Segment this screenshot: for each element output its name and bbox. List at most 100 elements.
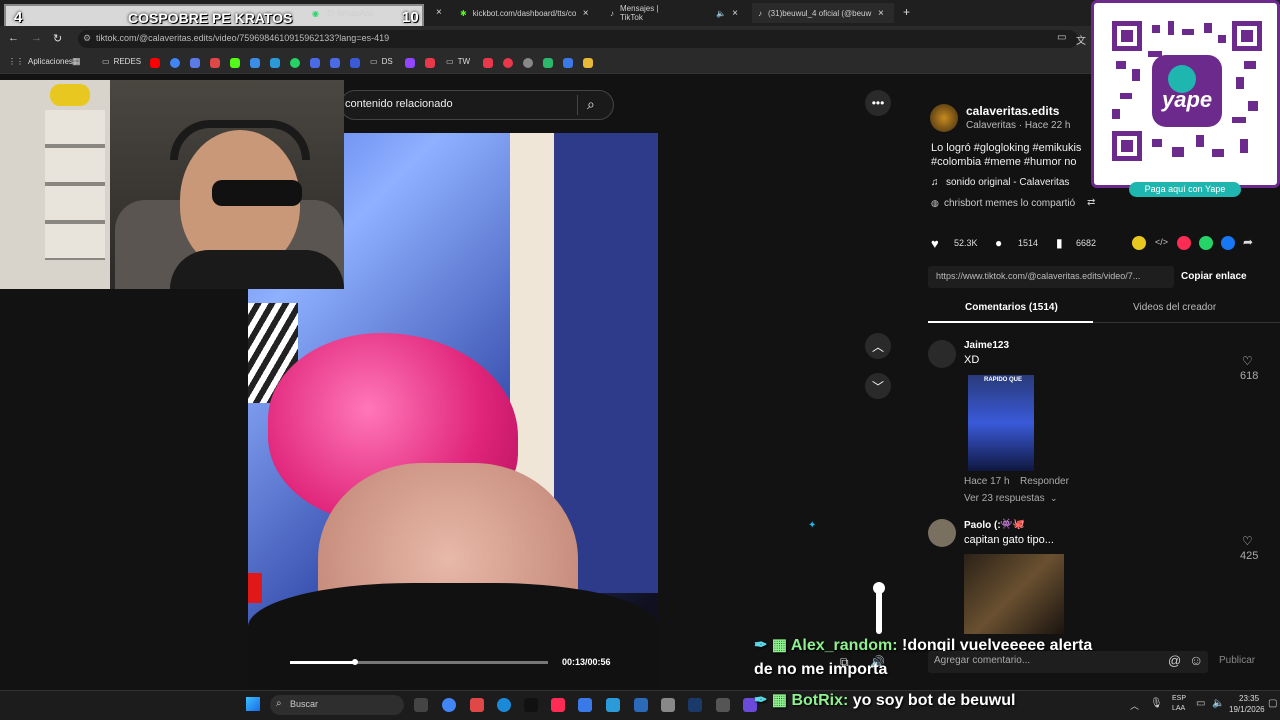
google-icon[interactable] [170, 58, 180, 68]
clock-date[interactable]: 19/1/2026 [1229, 705, 1265, 714]
close-icon[interactable]: × [436, 7, 442, 18]
bookmark-icon[interactable] [330, 58, 340, 68]
bookmark-redes[interactable]: ▭ REDES [102, 57, 141, 66]
speaker-icon[interactable]: 🔈 [1212, 698, 1224, 709]
comment-username[interactable]: Paolo (: [964, 520, 1001, 531]
creator-avatar[interactable] [930, 104, 958, 132]
app-icon[interactable] [716, 698, 730, 712]
reply-button[interactable]: Responder [1020, 476, 1069, 487]
bookmark-icon[interactable] [270, 58, 280, 68]
facebook-share-icon[interactable] [1221, 236, 1235, 250]
creator-username[interactable]: calaveritas.edits [966, 104, 1059, 118]
comment-image[interactable] [964, 554, 1064, 634]
emoji-icon[interactable]: ☺ [1189, 652, 1203, 668]
repost-icon[interactable]: ⇄ [1087, 197, 1095, 208]
copy-link-button[interactable]: Copiar enlace [1181, 271, 1247, 282]
publish-button[interactable]: Publicar [1219, 655, 1255, 666]
close-icon[interactable]: × [732, 8, 738, 19]
bookmark-icon[interactable] [310, 58, 320, 68]
embed-icon[interactable]: </> [1155, 237, 1168, 247]
send-icon[interactable] [1177, 236, 1191, 250]
bookmark-icon[interactable] [250, 58, 260, 68]
microphone-icon[interactable]: 🎙 [1150, 698, 1163, 709]
whatsapp-share-icon[interactable] [1199, 236, 1213, 250]
tab-tiktok-messages[interactable]: ♪ Mensajes | TikTok 🔈 × [604, 3, 744, 23]
capcut-icon[interactable] [524, 698, 538, 712]
chrome-icon[interactable] [442, 698, 456, 712]
steam-icon[interactable] [688, 698, 702, 712]
app-icon[interactable] [470, 698, 484, 712]
avatar[interactable] [928, 519, 956, 547]
share-arrow-icon[interactable]: ➦ [1243, 235, 1253, 249]
taskbar-search[interactable]: ⌕ Buscar [270, 695, 404, 715]
app-icon[interactable] [634, 698, 648, 712]
bookmark-ds[interactable]: ▭ DS [370, 57, 393, 66]
add-comment-field[interactable]: Agregar comentario... [928, 651, 1208, 673]
language-layout[interactable]: LAA [1172, 705, 1185, 712]
forward-icon[interactable]: → [31, 32, 42, 44]
language-indicator[interactable]: ESP [1172, 695, 1186, 702]
task-view-icon[interactable] [414, 698, 428, 712]
more-options-button[interactable]: ••• [865, 90, 891, 116]
clock-time[interactable]: 23:35 [1239, 694, 1259, 703]
cast-icon[interactable]: ▭ [1057, 32, 1066, 43]
network-icon[interactable]: ▭ [1196, 698, 1205, 709]
yape-pay-button[interactable]: Paga aquí con Yape [1129, 182, 1241, 197]
tiktok-icon[interactable] [551, 698, 565, 712]
bookmark-icon[interactable] [425, 58, 435, 68]
heart-outline-icon[interactable]: ♡ [1242, 354, 1253, 368]
bookmark-tw[interactable]: ▭ TW [446, 57, 470, 66]
tab-kickbot[interactable]: ✱ kickbot.com/dashboard/tts/co × [454, 3, 600, 23]
heart-icon[interactable]: ♥ [931, 236, 939, 251]
related-search-bar[interactable]: contenido relacionado ⌕ [340, 90, 614, 120]
video-link-field[interactable]: https://www.tiktok.com/@calaveritas.edit… [928, 266, 1174, 288]
tab-beuwul[interactable]: ♪ (31)beuwul_4 oficial (@beuw × [752, 3, 894, 23]
app-icon[interactable] [606, 698, 620, 712]
comment-gif[interactable]: RAPIDO QUE [968, 375, 1034, 471]
post-sound[interactable]: sonido original - Calaveritas [946, 177, 1069, 188]
twitch-icon[interactable] [405, 58, 415, 68]
previous-video-button[interactable]: ︿ [865, 333, 891, 359]
mention-icon[interactable]: @ [1168, 653, 1181, 668]
chevron-down-icon[interactable]: ⌄ [1050, 493, 1058, 504]
video-progress-bar[interactable] [290, 661, 548, 664]
comment-username[interactable]: Jaime123 [964, 340, 1009, 351]
chevron-up-icon[interactable]: ︿ [1130, 699, 1139, 712]
bookmark-icon[interactable] [350, 58, 360, 68]
bookmark-icon[interactable] [543, 58, 553, 68]
comment-icon[interactable]: ● [995, 236, 1002, 250]
notification-icon[interactable]: ▢ [1268, 698, 1277, 709]
back-icon[interactable]: ← [8, 32, 19, 44]
mute-icon[interactable]: 🔈 [716, 9, 726, 18]
bookmark-apps[interactable]: ⋮⋮ Aplicaciones [8, 57, 73, 66]
app-icon[interactable] [661, 698, 675, 712]
tab-creator-videos[interactable]: Videos del creador [1133, 302, 1216, 313]
tab-comments[interactable]: Comentarios (1514) [965, 302, 1058, 313]
whatsapp-icon[interactable] [290, 58, 300, 68]
url-field[interactable]: tiktok.com/@calaveritas.edits/video/7596… [78, 30, 1078, 48]
bookmark-icon[interactable] [483, 58, 493, 68]
view-replies-button[interactable]: Ver 23 respuestas [964, 493, 1045, 504]
site-info-icon[interactable]: ⚙ [83, 33, 91, 44]
bookmark-icon[interactable] [583, 58, 593, 68]
grid-icon[interactable]: ▦ [72, 56, 81, 67]
bookmark-icon[interactable] [210, 58, 220, 68]
bookmark-icon[interactable]: ▮ [1056, 236, 1063, 250]
windows-start-icon[interactable] [246, 697, 260, 711]
new-tab-button[interactable]: + [903, 5, 910, 19]
next-video-button[interactable]: ﹀ [865, 373, 891, 399]
heart-outline-icon[interactable]: ♡ [1242, 534, 1253, 548]
bookmark-icon[interactable] [563, 58, 573, 68]
youtube-icon[interactable] [150, 58, 160, 68]
translate-icon[interactable]: 文 [1076, 32, 1086, 47]
bookmark-icon[interactable] [523, 58, 533, 68]
progress-handle[interactable] [352, 659, 358, 665]
avatar[interactable] [928, 340, 956, 368]
volume-handle[interactable] [873, 582, 885, 594]
edge-icon[interactable] [497, 698, 511, 712]
close-icon[interactable]: × [583, 8, 589, 19]
bookmark-icon[interactable] [503, 58, 513, 68]
coin-icon[interactable] [1132, 236, 1146, 250]
bookmark-icon[interactable] [190, 58, 200, 68]
close-icon[interactable]: × [878, 8, 884, 19]
